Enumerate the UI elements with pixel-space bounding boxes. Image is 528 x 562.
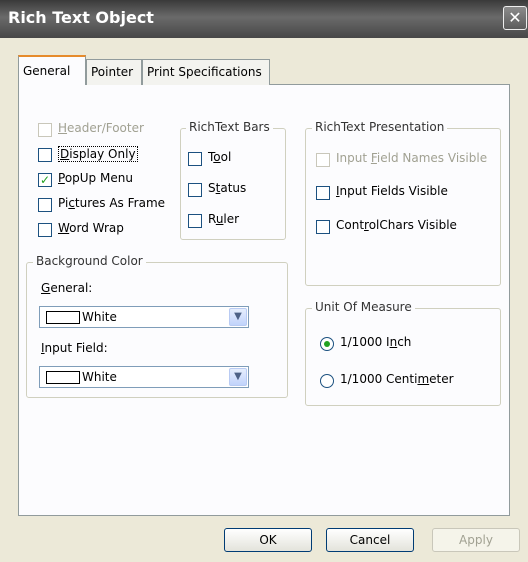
richtext-presentation-legend: RichText Presentation (312, 120, 448, 134)
radio-selected-icon (324, 341, 330, 347)
checkbox-box (38, 123, 52, 137)
checkbox-box (316, 186, 330, 200)
checkbox-box (38, 198, 52, 212)
checkbox-label: PopUp Menu (58, 171, 133, 185)
window-title: Rich Text Object (8, 8, 154, 27)
checkbox-label: Tool (208, 150, 232, 164)
checkbox-label: ControlChars Visible (336, 218, 457, 232)
apply-button[interactable]: Apply (432, 528, 520, 552)
checkbox-box (38, 148, 52, 162)
unit-of-measure-legend: Unit Of Measure (312, 300, 415, 314)
general-color-value: White (82, 310, 117, 324)
checkbox-box (316, 220, 330, 234)
chevron-down-icon[interactable]: ▼ (229, 308, 247, 326)
general-color-label: General: (41, 281, 93, 295)
general-color-select[interactable]: White ▼ (39, 306, 249, 328)
tab-print-specifications[interactable]: Print Specifications (142, 59, 270, 85)
checkbox-label: Word Wrap (58, 221, 124, 235)
checkmark-icon: ✓ (38, 173, 52, 187)
tab-label: Print Specifications (147, 65, 262, 79)
background-color-legend: Background Color (33, 254, 146, 268)
input-field-color-select[interactable]: White ▼ (39, 366, 249, 388)
ok-button[interactable]: OK (224, 528, 312, 552)
checkbox-label: Input Fields Visible (336, 184, 448, 198)
tab-label: General (23, 64, 71, 78)
input-field-color-value: White (82, 370, 117, 384)
checkbox-label: Input Field Names Visible (336, 151, 488, 165)
cancel-button[interactable]: Cancel (326, 528, 414, 552)
checkbox-box (316, 153, 330, 167)
richtext-bars-legend: RichText Bars (186, 120, 273, 134)
checkbox-label: Ruler (208, 212, 240, 226)
checkbox-label: Status (208, 181, 247, 195)
color-swatch (46, 371, 80, 384)
checkbox-box (188, 183, 202, 197)
checkbox-box (188, 152, 202, 166)
chevron-down-icon[interactable]: ▼ (229, 368, 247, 386)
close-button[interactable]: ✕ (503, 6, 527, 30)
radio-button (320, 337, 334, 351)
tab-label: Pointer (91, 65, 134, 79)
radio-label: 1/1000 Inch (340, 335, 412, 349)
tab-general[interactable]: General (18, 55, 86, 85)
radio-label: 1/1000 Centimeter (340, 372, 454, 386)
checkbox-box (188, 214, 202, 228)
tab-pointer[interactable]: Pointer (86, 59, 142, 85)
checkbox-label: Display Only (58, 146, 138, 162)
unit-of-measure-group (305, 308, 501, 406)
input-field-color-label: Input Field: (41, 341, 108, 355)
close-icon: ✕ (508, 8, 522, 27)
checkbox-label: Header/Footer (58, 121, 144, 135)
checkbox-box (38, 223, 52, 237)
radio-button (320, 374, 334, 388)
checkbox-label: Pictures As Frame (58, 196, 166, 210)
color-swatch (46, 311, 80, 324)
